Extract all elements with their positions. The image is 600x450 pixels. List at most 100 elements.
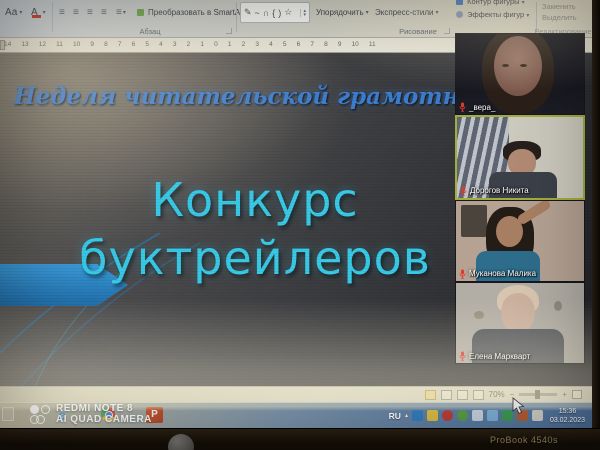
tray-icon[interactable] xyxy=(487,410,498,421)
select-button[interactable]: Выделить xyxy=(542,13,577,23)
watermark-line1: REDMI NOTE 8 xyxy=(56,403,152,414)
ruler-number: 5 xyxy=(283,41,287,48)
shape-effects-button[interactable]: Эффекты фигур ▾ xyxy=(456,10,529,21)
watermark-line2: AI QUAD CAMERA xyxy=(56,414,152,425)
ruler-number: 7 xyxy=(310,41,314,48)
zoom-slider[interactable] xyxy=(519,393,557,396)
ruler-number: 2 xyxy=(187,41,191,48)
curve-shape-icon[interactable]: ~ xyxy=(255,8,260,18)
align-left-button[interactable]: ≡ xyxy=(56,3,67,21)
ribbon-separator xyxy=(236,2,237,32)
font-color-button[interactable]: A▾ xyxy=(28,3,49,21)
slideshow-view-button[interactable] xyxy=(473,390,484,400)
ruler-number: 9 xyxy=(338,41,342,48)
change-case-button[interactable]: Аа▾ xyxy=(2,3,25,21)
slide-sorter-view-button[interactable] xyxy=(441,390,452,400)
tray-icon[interactable] xyxy=(457,410,468,421)
powerpoint-status-bar: 70% − + xyxy=(0,386,592,402)
arc-shape-icon[interactable]: ∩ xyxy=(263,8,269,18)
drawing-dialog-launcher[interactable] xyxy=(444,28,450,34)
tray-icon[interactable] xyxy=(442,410,453,421)
ruler-number: 4 xyxy=(269,41,273,48)
video-tile-elena-markvart[interactable]: Елена Маркварт xyxy=(455,282,585,364)
ruler-number: 6 xyxy=(132,41,136,48)
video-tile-mukanova-malika[interactable]: Муканова Малика xyxy=(455,200,585,282)
zoom-slider-thumb[interactable] xyxy=(535,390,540,399)
photo-of-laptop: Аа▾ A▾ ≡ ≡ ≡ ≡ ≡▾ Преобразовать в SmartA… xyxy=(0,0,600,450)
slide-heading-line2: буктрейлеров xyxy=(30,229,480,287)
ruler-number: 3 xyxy=(173,41,177,48)
ruler-number: 6 xyxy=(297,41,301,48)
participant-name: Муканова Малика xyxy=(469,269,536,278)
shape-outline-button[interactable]: Контур фигуры ▾ xyxy=(456,0,525,8)
ruler-number: 1 xyxy=(228,41,232,48)
ruler-numbers: 141312111098765432101234567891011 xyxy=(4,41,376,48)
camera-watermark: REDMI NOTE 8 AI QUAD CAMERA xyxy=(30,403,152,425)
ruler-number: 1 xyxy=(200,41,204,48)
ruler-number: 7 xyxy=(118,41,122,48)
quick-styles-button[interactable]: Экспресс-стили▾ xyxy=(372,3,442,21)
paragraph-dialog-launcher[interactable] xyxy=(226,28,232,34)
slide-heading-line1: Конкурс xyxy=(30,171,480,229)
language-indicator[interactable]: RU xyxy=(389,411,401,421)
justify-button[interactable]: ≡ xyxy=(98,3,109,21)
taskbar-clock[interactable]: 15:36 03.02.2023 xyxy=(547,407,588,425)
tray-icon[interactable] xyxy=(412,410,423,421)
ruler-number: 2 xyxy=(242,41,246,48)
laptop-bezel-bottom: ProBook 4540s xyxy=(0,428,600,450)
normal-view-button[interactable] xyxy=(425,390,436,400)
participant-name: Елена Маркварт xyxy=(469,352,530,361)
shapes-more-button[interactable]: ▴▾ xyxy=(300,9,306,17)
taskbar-window-button[interactable] xyxy=(2,407,14,421)
video-tile-vera[interactable]: _вера_ xyxy=(455,33,585,115)
bracket-shape-icon[interactable]: ) xyxy=(278,8,281,18)
paragraph-group-label: Абзац xyxy=(120,27,180,36)
align-center-button[interactable]: ≡ xyxy=(70,3,81,21)
slide-heading-text[interactable]: Конкурс буктрейлеров xyxy=(30,171,480,287)
smartart-icon xyxy=(137,9,144,16)
clock-date: 03.02.2023 xyxy=(550,416,585,425)
fit-to-window-button[interactable] xyxy=(572,390,582,399)
laptop-bezel-right xyxy=(592,0,600,428)
participant-name-row: _вера_ xyxy=(459,102,495,112)
ruler-number: 8 xyxy=(104,41,108,48)
ruler-number: 3 xyxy=(255,41,259,48)
brace-shape-icon[interactable]: { xyxy=(272,8,275,18)
ruler-number: 13 xyxy=(21,41,28,48)
laptop-model-label: ProBook 4540s xyxy=(490,435,558,445)
align-right-button[interactable]: ≡ xyxy=(84,3,95,21)
columns-button[interactable]: ≡▾ xyxy=(113,3,129,21)
ruler-number: 10 xyxy=(352,41,359,48)
clock-time: 15:36 xyxy=(550,407,585,416)
reading-view-button[interactable] xyxy=(457,390,468,400)
ruler-number: 12 xyxy=(39,41,46,48)
ruler-number: 10 xyxy=(73,41,80,48)
freeform-shape-icon[interactable]: ✎ xyxy=(244,7,252,18)
muted-mic-icon xyxy=(459,102,466,112)
video-tile-dorogov-nikita[interactable]: Дорогов Никита xyxy=(455,115,585,199)
ruler-number: 4 xyxy=(159,41,163,48)
zoom-in-button[interactable]: + xyxy=(562,390,567,399)
show-hidden-icons-button[interactable]: ▴ xyxy=(405,412,408,419)
redmi-logo-icon xyxy=(30,405,50,424)
ruler-number: 5 xyxy=(145,41,149,48)
mouse-cursor xyxy=(512,397,525,415)
muted-mic-icon xyxy=(459,351,466,361)
zoom-level-label[interactable]: 70% xyxy=(489,390,505,399)
shapes-gallery[interactable]: ✎ ~ ∩ { ) ☆ ▴▾ xyxy=(240,2,310,23)
ruler-number: 14 xyxy=(4,41,11,48)
ruler-number: 11 xyxy=(56,41,63,48)
star-shape-icon[interactable]: ☆ xyxy=(284,7,292,18)
laptop-screen: Аа▾ A▾ ≡ ≡ ≡ ≡ ≡▾ Преобразовать в SmartA… xyxy=(0,0,592,428)
ruler-number: 0 xyxy=(214,41,218,48)
tray-icon[interactable] xyxy=(472,410,483,421)
replace-button[interactable]: Заменить xyxy=(542,2,576,12)
arrange-button[interactable]: Упорядочить▾ xyxy=(313,3,372,21)
participant-name-row: Дорогов Никита xyxy=(460,186,529,196)
video-call-strip: _вера_ Дорогов Никита Мук xyxy=(455,33,585,364)
participant-name-row: Муканова Малика xyxy=(459,269,536,279)
font-color-swatch xyxy=(32,15,41,18)
tray-icon[interactable] xyxy=(532,410,543,421)
tray-icon[interactable] xyxy=(427,410,438,421)
participant-name-row: Елена Маркварт xyxy=(459,351,530,361)
